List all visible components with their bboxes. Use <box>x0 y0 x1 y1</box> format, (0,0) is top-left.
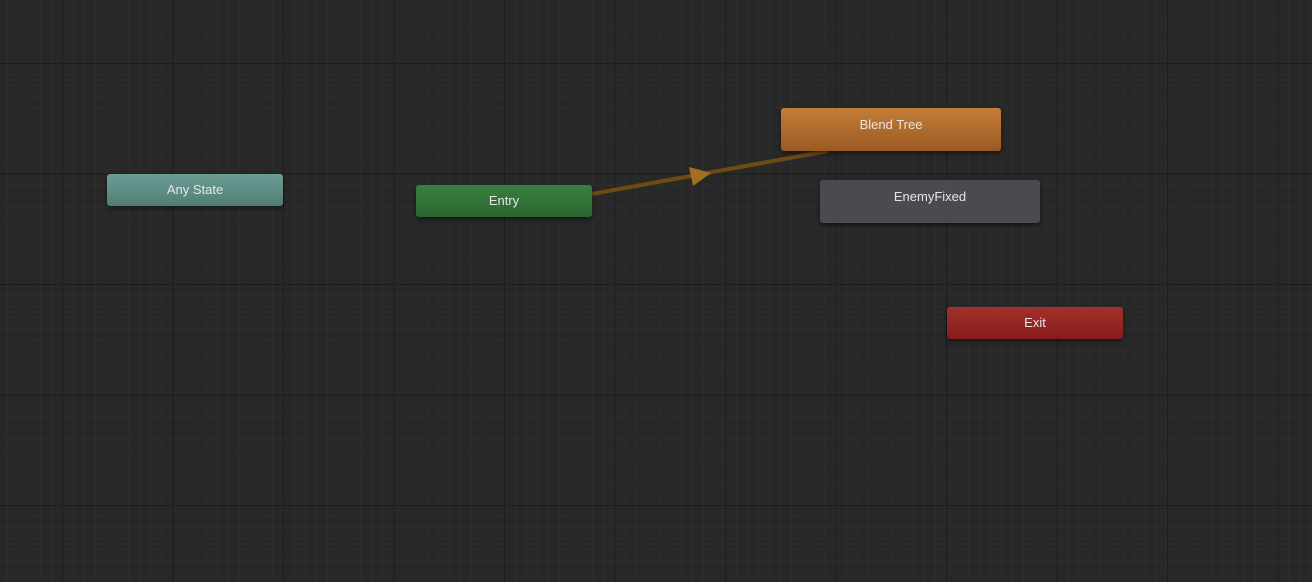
state-enemy-fixed[interactable]: EnemyFixed <box>820 180 1040 223</box>
state-label: EnemyFixed <box>893 189 967 204</box>
state-blend-tree[interactable]: Blend Tree <box>781 108 1001 151</box>
state-any-state[interactable]: Any State <box>107 174 283 206</box>
transition-arrow-icon <box>689 167 711 186</box>
state-label: Blend Tree <box>859 117 923 132</box>
transitions-layer <box>591 149 829 196</box>
state-exit[interactable]: Exit <box>947 307 1123 339</box>
state-label: Entry <box>488 193 520 208</box>
state-label: Exit <box>1024 315 1046 330</box>
state-entry[interactable]: Entry <box>416 185 592 217</box>
transition-entry-to-blend-tree[interactable] <box>591 149 829 196</box>
state-label: Any State <box>166 182 224 197</box>
